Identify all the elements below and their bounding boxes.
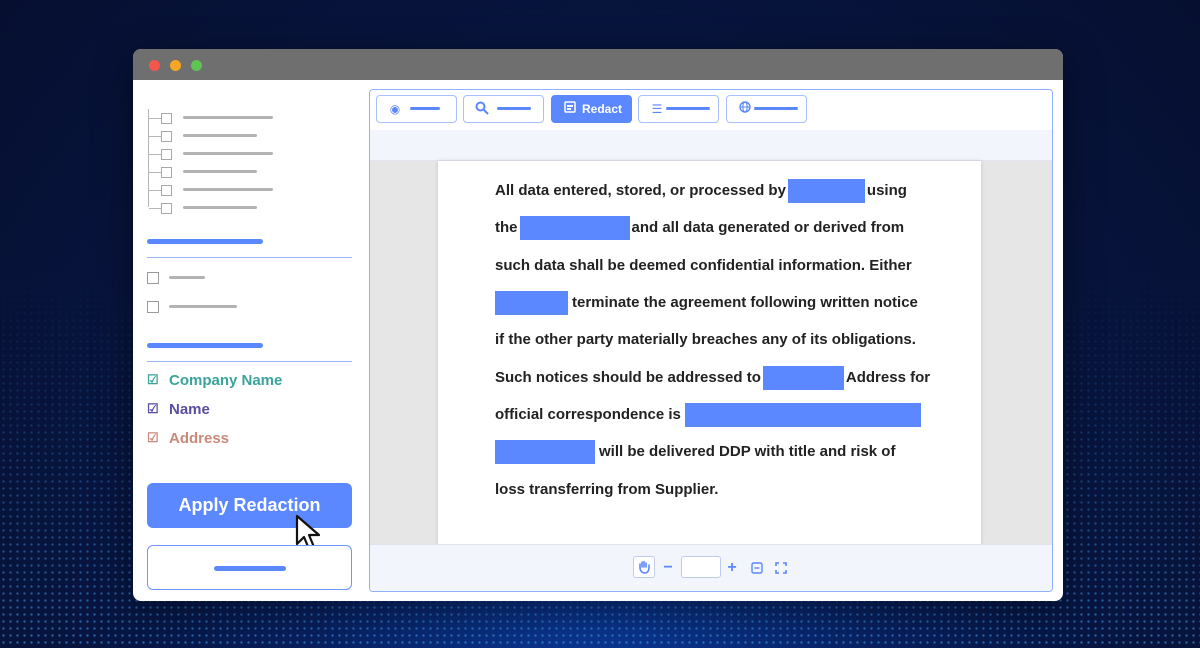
secondary-button[interactable] <box>147 545 352 590</box>
section-divider <box>147 361 352 362</box>
tool-label-placeholder <box>666 107 710 110</box>
language-tool-button[interactable] <box>726 95 807 123</box>
zoom-out-icon[interactable]: − <box>660 558 676 578</box>
checkbox-checked-icon[interactable]: ☑ <box>147 402 160 415</box>
document-text: if the other party materially breaches a… <box>495 331 916 348</box>
document-line: will be delivered DDP with title and ris… <box>495 440 896 465</box>
document-text: and all data generated or derived from <box>631 219 905 236</box>
tree-checkbox[interactable] <box>161 131 172 142</box>
document-text: All data entered, stored, or processed b… <box>495 182 786 199</box>
document-line: if the other party materially breaches a… <box>495 328 916 352</box>
option-label-placeholder <box>169 305 237 308</box>
tree-connector <box>149 208 161 209</box>
redaction-box[interactable] <box>787 179 865 204</box>
zoom-level-input[interactable] <box>681 556 721 578</box>
checkbox-checked-icon[interactable]: ☑ <box>147 373 160 386</box>
view-tool-button[interactable]: ◉ <box>376 95 457 123</box>
close-window-button[interactable] <box>149 60 160 71</box>
tree-checkbox[interactable] <box>161 185 172 196</box>
document-text: the <box>495 219 518 236</box>
search-icon <box>474 101 490 117</box>
globe-icon <box>737 101 753 117</box>
checklist-icon: ☰ <box>651 102 663 116</box>
zoom-in-icon[interactable]: + <box>724 558 740 578</box>
secondary-button-label-placeholder <box>214 566 286 571</box>
section-heading-placeholder <box>147 343 263 348</box>
sub-toolbar <box>370 130 1052 161</box>
tree-item-placeholder <box>183 134 257 137</box>
tree-connector <box>149 172 161 173</box>
document-line: terminate the agreement following writte… <box>495 291 918 316</box>
tree-connector-line <box>148 109 149 207</box>
document-page: All data entered, stored, or processed b… <box>438 161 981 545</box>
document-line: All data entered, stored, or processed b… <box>495 179 907 204</box>
document-text: such data shall be deemed confidential i… <box>495 257 912 274</box>
document-line: the and all data generated or derived fro… <box>495 216 905 241</box>
option-label-placeholder <box>169 276 205 279</box>
section-heading-placeholder <box>147 239 263 244</box>
section-divider <box>147 257 352 258</box>
redact-icon <box>562 101 578 117</box>
document-line: loss transferring from Supplier. <box>495 478 718 502</box>
option-checkbox[interactable] <box>147 272 159 284</box>
document-text: Such notices should be addressed to <box>495 369 761 386</box>
document-line: Such notices should be addressed to Addre… <box>495 366 931 391</box>
tool-label-placeholder <box>497 107 531 110</box>
tool-label-placeholder <box>754 107 798 110</box>
tree-connector <box>149 118 161 119</box>
redact-tool-button[interactable]: Redact <box>551 95 632 123</box>
redaction-box[interactable] <box>519 216 630 241</box>
document-text: using <box>866 182 907 199</box>
entity-label: Company Name <box>169 372 283 389</box>
pan-hand-icon[interactable] <box>633 556 655 578</box>
eye-icon: ◉ <box>389 102 401 116</box>
tree-checkbox[interactable] <box>161 113 172 124</box>
toolbar: ◉ Redact ☰ <box>370 90 1052 130</box>
document-text: official correspondence is <box>495 406 681 423</box>
document-text: terminate the agreement following writte… <box>572 294 918 311</box>
option-checkbox[interactable] <box>147 301 159 313</box>
entity-label: Name <box>169 401 210 418</box>
tree-connector <box>149 136 161 137</box>
app-window: ☑ Company Name ☑ Name ☑ Address Apply Re… <box>133 49 1063 601</box>
tree-item-placeholder <box>183 206 257 209</box>
document-text: loss transferring from Supplier. <box>495 481 719 498</box>
viewer-controls: − + <box>370 544 1052 591</box>
fullscreen-icon[interactable] <box>773 558 789 578</box>
document-viewer[interactable]: All data entered, stored, or processed b… <box>370 161 1052 545</box>
document-panel: ◉ Redact ☰ All data entered, stored, or … <box>369 89 1053 592</box>
tree-item-placeholder <box>183 170 257 173</box>
tree-connector <box>149 154 161 155</box>
minimize-window-button[interactable] <box>170 60 181 71</box>
tree-connector <box>149 190 161 191</box>
checkbox-checked-icon[interactable]: ☑ <box>147 431 160 444</box>
tree-item-placeholder <box>183 152 273 155</box>
maximize-window-button[interactable] <box>191 60 202 71</box>
document-text: will be delivered DDP with title and ris… <box>599 443 896 460</box>
tool-label-placeholder <box>410 107 440 110</box>
redaction-box[interactable] <box>684 403 921 428</box>
entity-label: Address <box>169 430 230 447</box>
list-tool-button[interactable]: ☰ <box>638 95 719 123</box>
document-line: such data shall be deemed confidential i… <box>495 254 912 278</box>
search-tool-button[interactable] <box>463 95 544 123</box>
redact-tool-label: Redact <box>582 102 623 116</box>
tree-checkbox[interactable] <box>161 167 172 178</box>
tree-checkbox[interactable] <box>161 149 172 160</box>
redaction-box[interactable] <box>495 440 595 465</box>
redaction-box[interactable] <box>762 366 844 391</box>
tree-checkbox[interactable] <box>161 203 172 214</box>
tree-item-placeholder <box>183 116 273 119</box>
tree-item-placeholder <box>183 188 273 191</box>
document-text: Address for <box>845 369 931 386</box>
title-bar <box>133 49 1063 80</box>
fit-width-icon[interactable] <box>749 558 765 578</box>
document-line: official correspondence is <box>495 403 923 428</box>
redaction-box[interactable] <box>495 291 568 316</box>
